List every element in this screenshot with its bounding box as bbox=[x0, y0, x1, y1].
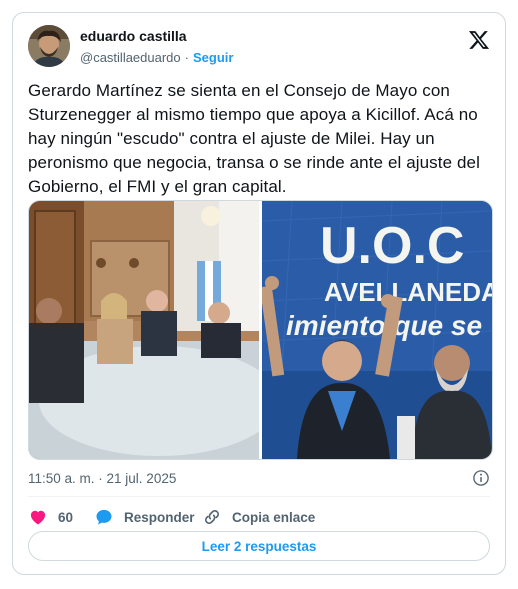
tweet-header: eduardo castilla @castillaeduardo · Seguir bbox=[28, 25, 490, 69]
x-logo-icon[interactable] bbox=[468, 29, 490, 51]
divider bbox=[28, 496, 490, 497]
author-name[interactable]: eduardo castilla bbox=[80, 28, 187, 44]
tweet-text: Gerardo Martínez se sienta en el Consejo… bbox=[28, 81, 480, 196]
like-count: 60 bbox=[58, 509, 74, 525]
sign-text-line1: U.O.C bbox=[320, 217, 464, 275]
action-bar: 60 Responder Copia enlace bbox=[28, 503, 490, 531]
read-replies-button[interactable]: Leer 2 respuestas bbox=[28, 531, 490, 561]
info-icon[interactable] bbox=[472, 469, 490, 487]
reply-button[interactable]: Responder bbox=[94, 503, 195, 531]
author-subline: @castillaeduardo · Seguir bbox=[80, 50, 233, 65]
heart-icon bbox=[30, 510, 46, 525]
handle-separator: · bbox=[184, 50, 189, 65]
like-button[interactable]: 60 bbox=[28, 503, 73, 531]
reply-bubble-icon bbox=[96, 509, 112, 525]
tweet-timestamp[interactable]: 11:50 a. m. · 21 jul. 2025 bbox=[28, 471, 176, 486]
copy-link-button[interactable]: Copia enlace bbox=[202, 503, 315, 531]
copy-link-label: Copia enlace bbox=[232, 509, 316, 525]
photo-meeting[interactable] bbox=[29, 201, 259, 459]
tweet-media[interactable]: U.O.C AVELLANEDA imiento que se bbox=[28, 200, 493, 460]
author-handle[interactable]: @castillaeduardo bbox=[80, 50, 181, 65]
link-icon bbox=[205, 510, 219, 524]
follow-button[interactable]: Seguir bbox=[193, 50, 233, 65]
reply-label: Responder bbox=[124, 509, 195, 525]
photo-rally[interactable]: U.O.C AVELLANEDA imiento que se bbox=[262, 201, 492, 459]
timestamp-row: 11:50 a. m. · 21 jul. 2025 bbox=[28, 468, 490, 490]
tweet-card: eduardo castilla @castillaeduardo · Seguir… bbox=[12, 12, 506, 575]
sign-text-line2: AVELLANEDA bbox=[324, 277, 492, 307]
author-avatar[interactable] bbox=[28, 25, 70, 67]
